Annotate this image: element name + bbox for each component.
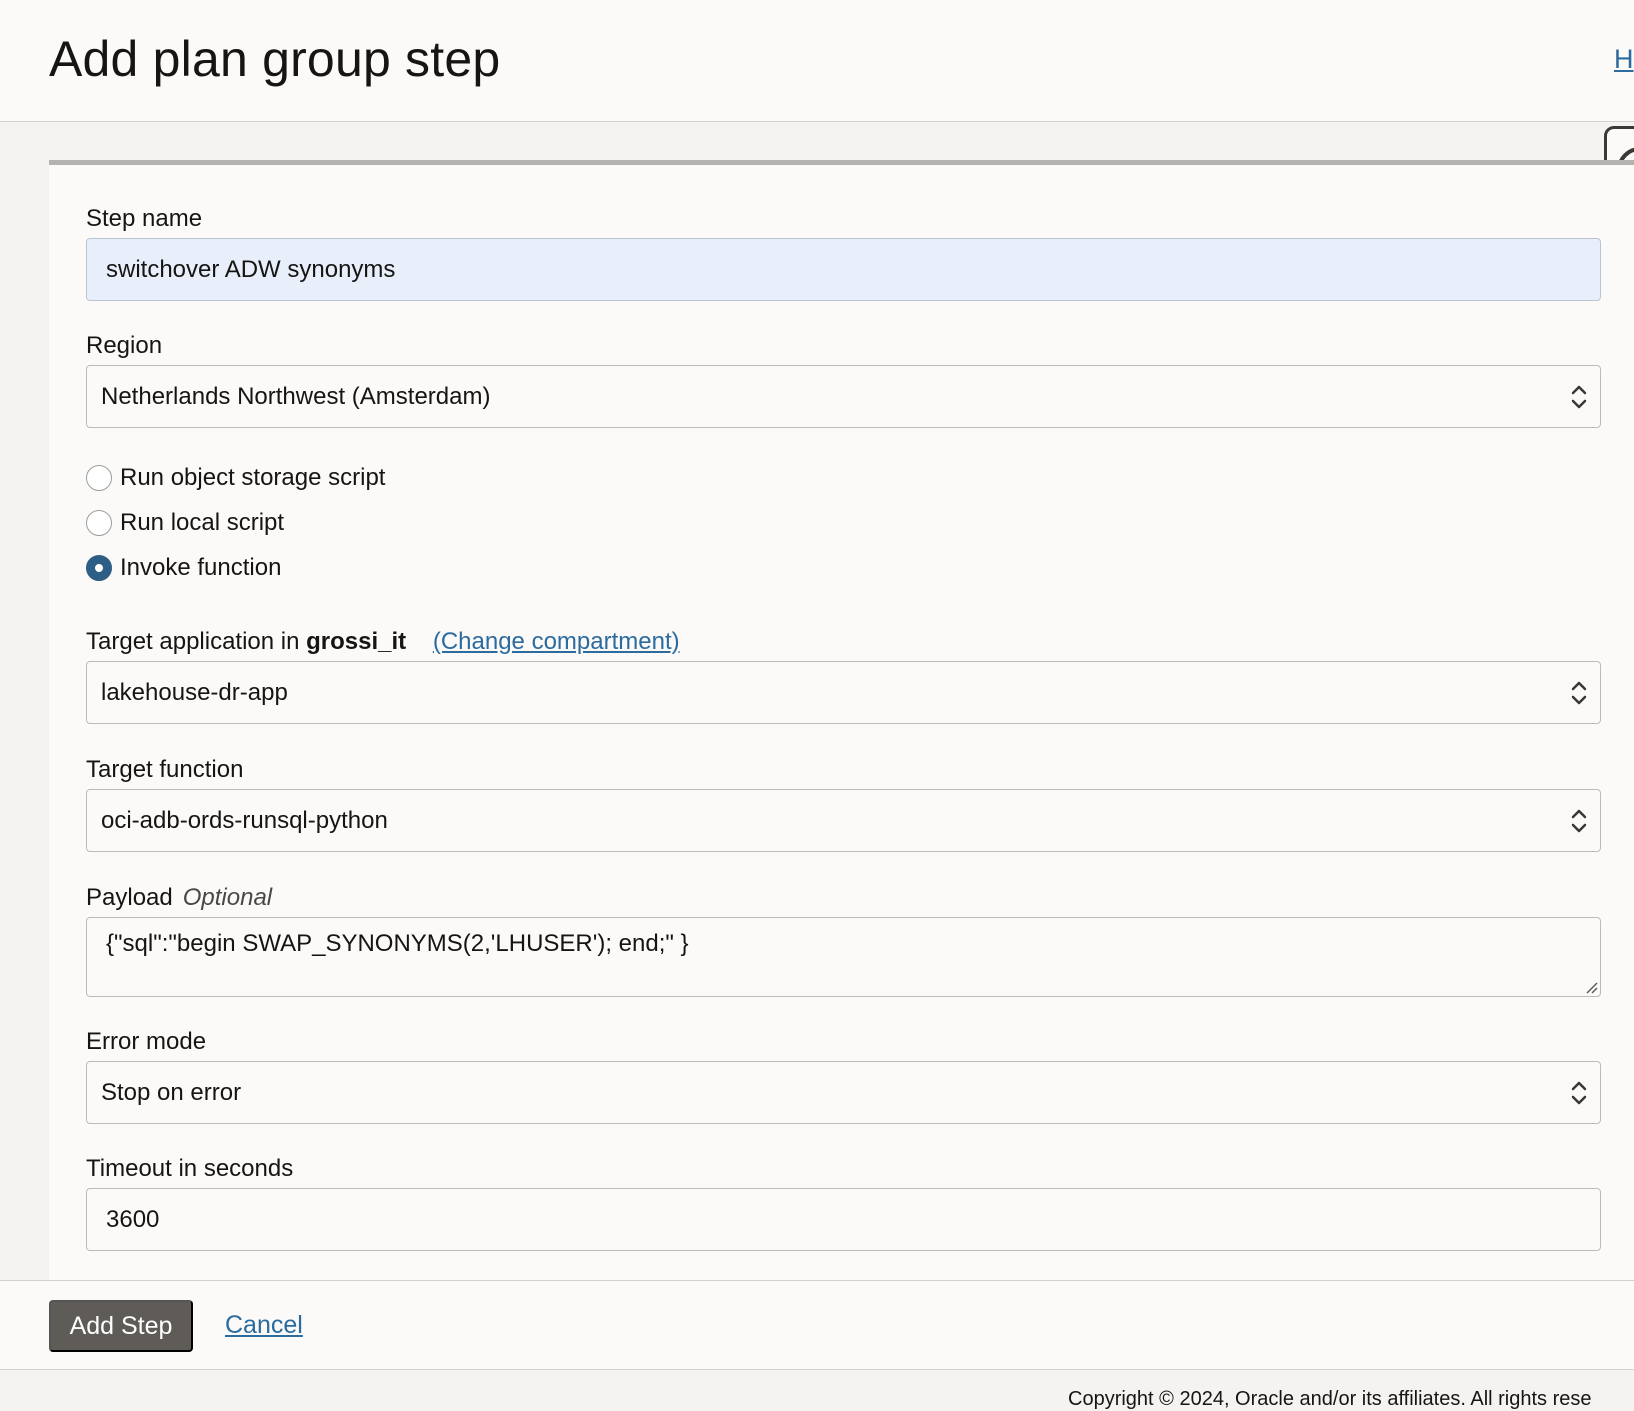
radio-local-script[interactable]: Run local script: [86, 508, 284, 538]
select-chevrons-icon: [1571, 385, 1587, 409]
radio-button[interactable]: [86, 510, 112, 536]
target-application-select[interactable]: lakehouse-dr-app: [86, 661, 1601, 724]
timeout-input[interactable]: 3600: [86, 1188, 1601, 1251]
payload-label-text: Payload: [86, 884, 173, 911]
error-mode-label: Error mode: [86, 1028, 207, 1055]
radio-label: Run object storage script: [120, 464, 386, 491]
radio-button-selected[interactable]: [86, 555, 112, 581]
payload-textarea[interactable]: {"sql":"begin SWAP_SYNONYMS(2,'LHUSER');…: [86, 917, 1601, 997]
payload-label: Payload Optional: [86, 884, 272, 912]
compartment-name: grossi_it: [306, 628, 407, 655]
payload-value: {"sql":"begin SWAP_SYNONYMS(2,'LHUSER');…: [106, 930, 689, 957]
timeout-label: Timeout in seconds: [86, 1155, 294, 1182]
target-function-select[interactable]: oci-adb-ords-runsql-python: [86, 789, 1601, 852]
select-chevrons-icon: [1571, 809, 1587, 833]
radio-button[interactable]: [86, 465, 112, 491]
select-chevrons-icon: [1571, 681, 1587, 705]
error-mode-select[interactable]: Stop on error: [86, 1061, 1601, 1124]
change-compartment-link[interactable]: (Change compartment): [433, 628, 680, 655]
step-name-input[interactable]: switchover ADW synonyms: [86, 238, 1601, 301]
radio-label: Invoke function: [120, 554, 282, 581]
action-bar: Add Step Cancel: [0, 1280, 1634, 1370]
add-step-button[interactable]: Add Step: [49, 1300, 193, 1352]
step-name-label: Step name: [86, 205, 203, 232]
copyright-text: Copyright © 2024, Oracle and/or its affi…: [1068, 1388, 1592, 1410]
optional-tag: Optional: [182, 884, 273, 911]
cancel-link[interactable]: Cancel: [225, 1311, 303, 1340]
target-function-label: Target function: [86, 756, 244, 783]
error-mode-select-value: Stop on error: [101, 1078, 242, 1106]
page-title: Add plan group step: [49, 31, 501, 87]
region-select-value: Netherlands Northwest (Amsterdam): [101, 382, 491, 410]
page-header: Add plan group step H: [0, 0, 1634, 122]
target-application-label-prefix: Target application in: [86, 628, 300, 655]
region-label: Region: [86, 332, 163, 359]
target-function-select-value: oci-adb-ords-runsql-python: [101, 806, 388, 834]
radio-label: Run local script: [120, 509, 285, 536]
radio-invoke-function[interactable]: Invoke function: [86, 553, 281, 583]
target-application-select-value: lakehouse-dr-app: [101, 678, 288, 706]
region-select[interactable]: Netherlands Northwest (Amsterdam): [86, 365, 1601, 428]
target-application-label: Target application in grossi_it (Change …: [86, 628, 680, 656]
resize-grip-icon[interactable]: [1584, 980, 1598, 994]
radio-object-storage-script[interactable]: Run object storage script: [86, 463, 385, 493]
select-chevrons-icon: [1571, 1081, 1587, 1105]
help-link[interactable]: H: [1614, 44, 1634, 75]
